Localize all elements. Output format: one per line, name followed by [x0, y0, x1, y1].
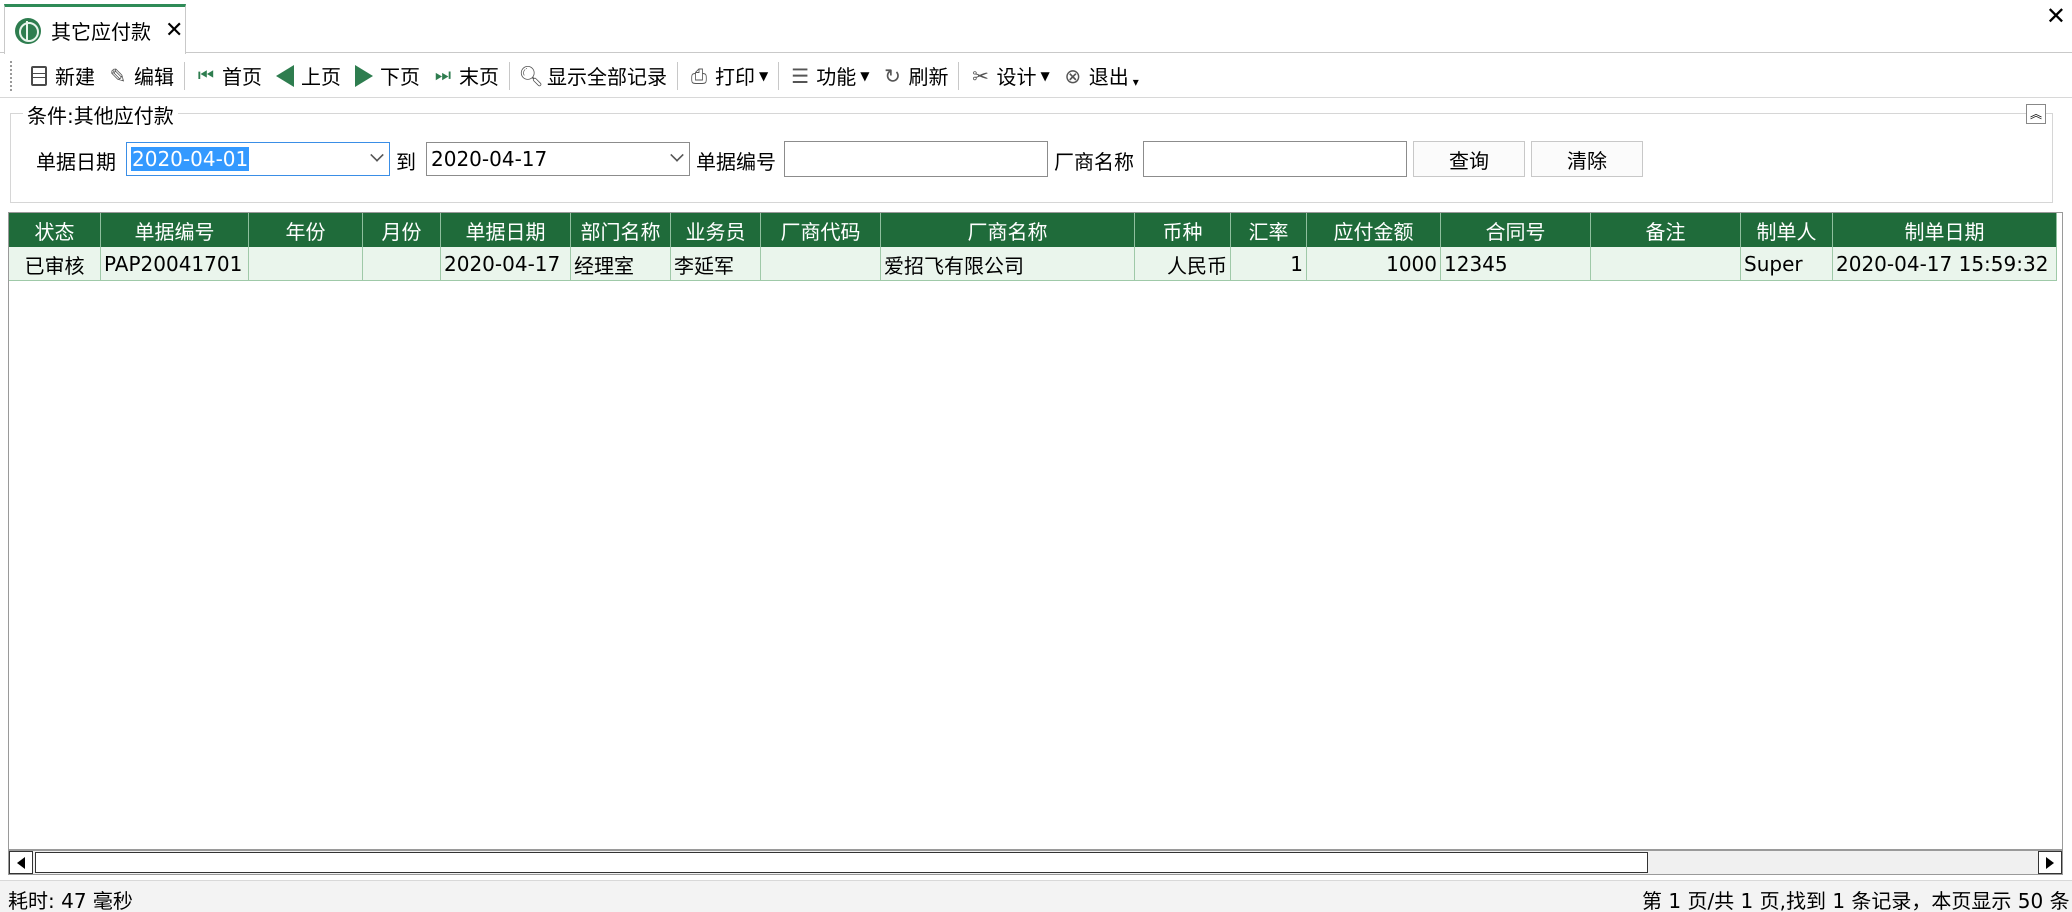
- records-grid: 状态 单据编号 年份 月份 单据日期 部门名称 业务员 厂商代码 厂商名称 币种 汇率 应付金额 合同号…: [8, 212, 2063, 850]
- tab-title: 其它应付款: [51, 20, 151, 44]
- exit-button[interactable]: ⊗ 退出 ▾: [1056, 58, 1145, 94]
- column-header[interactable]: 合同号: [1441, 213, 1591, 247]
- criteria-legend: 条件:其他应付款: [23, 100, 178, 129]
- table-cell[interactable]: [249, 247, 363, 281]
- date-from-value: 2020-04-01: [131, 147, 250, 171]
- collapse-criteria-icon[interactable]: ︽: [2026, 104, 2046, 124]
- date-to-combo[interactable]: 2020-04-17: [426, 142, 690, 176]
- column-header[interactable]: 月份: [363, 213, 441, 247]
- new-button[interactable]: 新建: [22, 58, 101, 94]
- exit-circle-x-icon: ⊗: [1064, 63, 1082, 88]
- chevron-down-icon: ▼: [759, 68, 769, 83]
- doc-no-input[interactable]: [784, 141, 1048, 177]
- design-menu-button[interactable]: ✂ 设计 ▼: [963, 58, 1055, 94]
- toolbar-separator: [677, 61, 678, 90]
- prev-page-button[interactable]: 上页: [268, 58, 347, 94]
- clear-button[interactable]: 清除: [1531, 141, 1643, 177]
- date-to-value: 2020-04-17: [431, 147, 548, 171]
- printer-icon: ⎙: [691, 63, 707, 88]
- column-header[interactable]: 单据日期: [441, 213, 571, 247]
- first-page-icon: ⏮: [197, 65, 215, 86]
- horizontal-scrollbar[interactable]: [8, 850, 2063, 875]
- refresh-button[interactable]: ↻ 刷新: [875, 58, 954, 94]
- table-cell[interactable]: 爱招飞有限公司: [881, 247, 1135, 281]
- function-menu-button[interactable]: ☰ 功能 ▼: [783, 58, 875, 94]
- date-from-combo[interactable]: 2020-04-01: [126, 142, 390, 176]
- edit-button[interactable]: ✎ 编辑: [101, 58, 180, 94]
- show-all-records-button[interactable]: 🔍︎ 显示全部记录: [514, 58, 673, 94]
- table-cell[interactable]: 12345: [1441, 247, 1591, 281]
- tab-strip: 其它应付款 ✕ ✕: [0, 0, 2072, 54]
- column-header[interactable]: 制单人: [1741, 213, 1833, 247]
- elapsed-time: 耗时: 47 毫秒: [8, 889, 133, 912]
- edit-icon: ✎: [109, 63, 127, 88]
- table-cell[interactable]: Super: [1741, 247, 1833, 281]
- table-cell[interactable]: 2020-04-17 15:59:32: [1833, 247, 2057, 281]
- column-header[interactable]: 厂商名称: [881, 213, 1135, 247]
- column-header[interactable]: 厂商代码: [761, 213, 881, 247]
- list-icon: ☰: [791, 63, 810, 88]
- toolbar-separator: [778, 61, 780, 90]
- tab-close-icon[interactable]: ✕: [165, 18, 183, 43]
- table-cell[interactable]: [1591, 247, 1741, 281]
- table-cell[interactable]: 2020-04-17: [441, 247, 571, 281]
- globe-icon: [15, 17, 41, 44]
- grid-header: 状态 单据编号 年份 月份 单据日期 部门名称 业务员 厂商代码 厂商名称 币种 汇率 应付金额 合同号…: [9, 213, 2057, 247]
- first-page-button[interactable]: ⏮ 首页: [189, 58, 268, 94]
- new-document-icon: [28, 65, 50, 87]
- table-cell[interactable]: 已审核: [9, 247, 101, 281]
- table-row[interactable]: 已审核 PAP20041701 2020-04-17 经理室 李延军 爱招飞有限公司 人民币…: [9, 247, 2057, 281]
- table-cell[interactable]: 1000: [1307, 247, 1441, 281]
- table-cell[interactable]: [363, 247, 441, 281]
- table-cell[interactable]: 经理室: [571, 247, 671, 281]
- table-cell[interactable]: 人民币: [1135, 247, 1231, 281]
- toolbar-separator: [184, 61, 185, 90]
- chevron-down-icon: ▼: [860, 68, 870, 83]
- vendor-name-input[interactable]: [1143, 141, 1407, 177]
- scroll-left-icon[interactable]: [9, 851, 33, 874]
- search-document-icon: 🔍︎: [518, 63, 544, 88]
- status-bar: 耗时: 47 毫秒 第 1 页/共 1 页,找到 1 条记录，本页显示 50 条: [0, 880, 2072, 912]
- column-header[interactable]: 币种: [1135, 213, 1231, 247]
- next-page-button[interactable]: 下页: [347, 58, 426, 94]
- next-page-icon: [353, 64, 375, 87]
- column-header[interactable]: 年份: [249, 213, 363, 247]
- paging-info: 第 1 页/共 1 页,找到 1 条记录，本页显示 50 条: [1642, 889, 2070, 912]
- column-header[interactable]: 状态: [9, 213, 101, 247]
- last-page-icon: ⏭: [434, 65, 452, 86]
- column-header[interactable]: 应付金额: [1307, 213, 1441, 247]
- scrollbar-thumb[interactable]: [35, 852, 1648, 873]
- toolbar: 新建 ✎ 编辑 ⏮ 首页 上页 下页 ⏭ 末页 🔍︎ 显示全部记录 ⎙ 打印 ▼…: [0, 54, 2072, 98]
- overflow-chevron-icon: ▾: [1132, 74, 1139, 89]
- last-page-button[interactable]: ⏭ 末页: [426, 58, 505, 94]
- column-header[interactable]: 汇率: [1231, 213, 1307, 247]
- doc-no-label: 单据编号: [696, 150, 776, 174]
- table-cell[interactable]: [761, 247, 881, 281]
- column-header[interactable]: 业务员: [671, 213, 761, 247]
- to-label: 到: [396, 150, 416, 174]
- query-button[interactable]: 查询: [1413, 141, 1525, 177]
- refresh-icon: ↻: [884, 63, 901, 88]
- toolbar-separator: [958, 61, 960, 90]
- window-close-icon[interactable]: ✕: [2046, 2, 2066, 30]
- column-header[interactable]: 单据编号: [101, 213, 249, 247]
- table-cell[interactable]: PAP20041701: [101, 247, 249, 281]
- tools-icon: ✂: [972, 63, 989, 88]
- prev-page-icon: [274, 64, 296, 87]
- tab-other-payables[interactable]: 其它应付款 ✕: [4, 4, 186, 54]
- column-header[interactable]: 部门名称: [571, 213, 671, 247]
- chevron-down-icon[interactable]: [670, 148, 684, 162]
- date-label: 单据日期: [36, 150, 116, 174]
- toolbar-grip[interactable]: [10, 60, 14, 91]
- table-cell[interactable]: 1: [1231, 247, 1307, 281]
- column-header[interactable]: 制单日期: [1833, 213, 2057, 247]
- chevron-down-icon: ▼: [1040, 68, 1050, 83]
- column-header[interactable]: 备注: [1591, 213, 1741, 247]
- table-cell[interactable]: 李延军: [671, 247, 761, 281]
- vendor-name-label: 厂商名称: [1054, 150, 1134, 174]
- scroll-right-icon[interactable]: [2038, 851, 2062, 874]
- print-button[interactable]: ⎙ 打印 ▼: [682, 58, 774, 94]
- toolbar-separator: [509, 61, 510, 90]
- chevron-down-icon[interactable]: [370, 148, 384, 162]
